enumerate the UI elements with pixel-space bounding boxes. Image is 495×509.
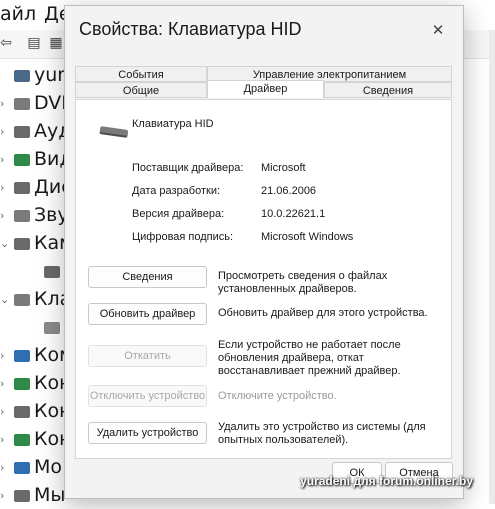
expand-arrow-icon[interactable]: ⌄ [0,287,14,313]
device-icon [14,153,30,166]
tree-item[interactable]: › Вид [0,146,73,172]
properties-dialog: Свойства: Клавиатура HID ✕ События Управ… [64,5,464,499]
tree-item[interactable]: ⌄ Кла [0,286,71,312]
expand-arrow-icon[interactable]: › [0,343,14,369]
tree-item[interactable]: ⌄ Кам [0,230,73,256]
keyboard-icon [99,126,129,136]
tab-events[interactable]: События [75,66,207,82]
tree-item[interactable]: › Кон [0,426,72,452]
scrollbar[interactable] [489,30,495,504]
info-label: Дата разработки: [132,185,221,197]
device-icon [14,349,30,362]
info-value: 21.06.2006 [261,185,317,197]
tree-item-label: Мы [34,484,66,506]
expand-arrow-icon[interactable]: › [0,203,14,229]
dialog-title: Свойства: Клавиатура HID [79,19,302,39]
device-icon [14,69,30,82]
tree-item[interactable]: › Мо [0,454,62,480]
watermark: yuradeni для forum.onliner.by [300,474,473,488]
device-icon [14,433,30,446]
tree-item[interactable]: › Мы [0,482,65,508]
close-icon[interactable]: ✕ [423,18,453,42]
info-label: Версия драйвера: [132,208,225,220]
expand-arrow-icon[interactable]: › [0,147,14,173]
info-label: Цифровая подпись: [132,231,234,243]
tab-details[interactable]: Сведения [324,82,452,98]
expand-arrow-icon[interactable]: ⌄ [0,231,14,257]
device-icon [14,209,30,222]
details-button[interactable]: Сведения [88,266,207,288]
device-icon [14,377,30,390]
device-icon [14,461,30,474]
tree-item[interactable]: › Ком [0,342,73,368]
driver-panel: Клавиатура HID Поставщик драйвера: Micro… [75,99,452,459]
info-value: Microsoft Windows [261,231,354,243]
help-icon[interactable]: ▦ [48,35,64,51]
device-icon [14,293,30,306]
update-driver-button[interactable]: Обновить драйвер [88,303,207,325]
tree-item[interactable]: › Дис [0,174,72,200]
device-icon [14,181,30,194]
menu-file[interactable]: айл [0,3,36,25]
uninstall-device-button[interactable]: Удалить устройство [88,422,207,444]
update-driver-desc: Обновить драйвер для этого устройства. [218,307,428,319]
details-desc: Просмотреть сведения о файлах установлен… [218,270,388,295]
back-arrow-icon[interactable]: ⇦ [0,35,14,51]
device-icon [14,125,30,138]
device-icon [14,489,30,502]
device-icon [44,265,60,278]
rollback-desc: Если устройство не работает после обновл… [218,339,401,377]
tree-item[interactable]: › Зву [0,202,69,228]
tree-item[interactable]: › Кон [0,398,72,424]
expand-arrow-icon[interactable]: › [0,119,14,145]
device-icon [14,97,30,110]
properties-icon[interactable]: ▤ [26,35,42,51]
expand-arrow-icon[interactable]: › [0,483,14,509]
expand-arrow-icon[interactable]: › [0,371,14,397]
tab-driver[interactable]: Драйвер [207,80,324,98]
tree-item-label: Мо [34,456,63,478]
disable-device-desc: Отключите устройство. [218,390,337,402]
device-name: Клавиатура HID [132,118,214,130]
info-value: Microsoft [261,162,306,174]
expand-arrow-icon[interactable]: › [0,399,14,425]
device-icon [44,321,60,334]
tab-general[interactable]: Общие [75,82,207,98]
disable-device-button[interactable]: Отключить устройство [88,385,207,407]
info-value: 10.0.22621.1 [261,208,326,220]
rollback-button[interactable]: Откатить [88,345,207,367]
tree-item[interactable]: › Кон [0,370,72,396]
device-icon [14,237,30,250]
info-label: Поставщик драйвера: [132,162,244,174]
expand-arrow-icon[interactable]: › [0,455,14,481]
uninstall-device-desc: Удалить это устройство из системы (для о… [218,421,426,446]
device-icon [14,405,30,418]
expand-arrow-icon[interactable]: › [0,91,14,117]
expand-arrow-icon[interactable]: › [0,175,14,201]
tree-item[interactable]: › Ауд [0,118,71,144]
expand-arrow-icon[interactable]: › [0,427,14,453]
